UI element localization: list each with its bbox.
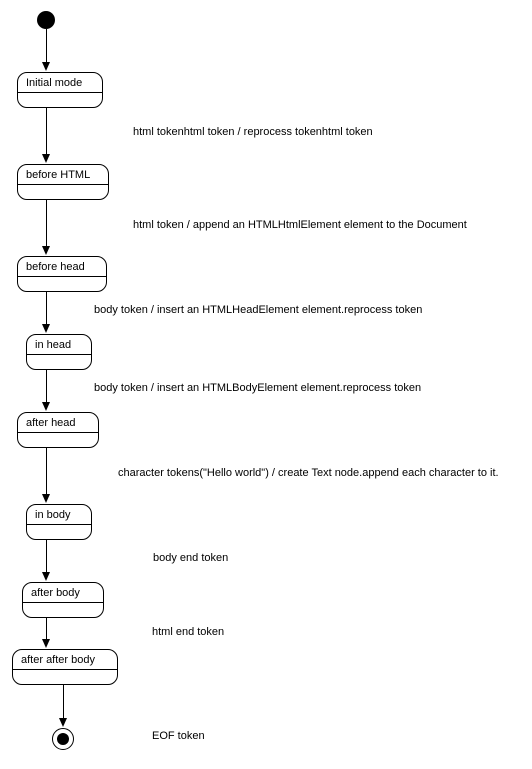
transition-label: html end token [152,626,224,638]
state-label: after head [26,417,90,429]
transition-line [46,370,47,404]
state-after-body: after body [22,582,104,618]
transition-line [46,618,47,641]
state-after-head: after head [17,412,99,448]
transition-arrowhead [42,572,50,581]
state-divider [27,524,91,525]
state-label: before head [26,261,98,273]
transition-line [46,200,47,248]
transition-line [63,685,64,720]
state-label: in body [35,509,83,521]
transition-arrowhead [42,62,50,71]
transition-line [46,29,47,64]
state-divider [18,432,98,433]
transition-arrowhead [59,718,67,727]
transition-arrowhead [42,324,50,333]
transition-label: EOF token [152,730,205,742]
transition-line [46,292,47,326]
state-label: Initial mode [26,77,94,89]
state-after-after-body: after after body [12,649,118,685]
state-before-head: before head [17,256,107,292]
transition-label: body end token [153,552,228,564]
initial-pseudostate [37,11,55,29]
state-before-html: before HTML [17,164,109,200]
transition-line [46,108,47,156]
transition-line [46,540,47,574]
state-divider [13,669,117,670]
state-in-head: in head [26,334,92,370]
final-state-inner [57,733,69,745]
state-label: after body [31,587,95,599]
state-label: in head [35,339,83,351]
state-diagram: Initial mode html tokenhtml token / repr… [0,0,532,769]
state-divider [27,354,91,355]
transition-label: html tokenhtml token / reprocess tokenht… [133,126,373,138]
transition-arrowhead [42,402,50,411]
state-divider [18,276,106,277]
transition-label: character tokens("Hello world") / create… [118,467,499,479]
transition-label: html token / append an HTMLHtmlElement e… [133,219,467,231]
state-divider [23,602,103,603]
state-label: after after body [21,654,109,666]
transition-arrowhead [42,154,50,163]
transition-label: body token / insert an HTMLBodyElement e… [94,382,421,394]
state-divider [18,92,102,93]
state-label: before HTML [26,169,100,181]
state-in-body: in body [26,504,92,540]
transition-arrowhead [42,639,50,648]
final-state [52,728,74,750]
state-initial-mode: Initial mode [17,72,103,108]
transition-arrowhead [42,494,50,503]
transition-arrowhead [42,246,50,255]
transition-label: body token / insert an HTMLHeadElement e… [94,304,422,316]
transition-line [46,448,47,496]
state-divider [18,184,108,185]
